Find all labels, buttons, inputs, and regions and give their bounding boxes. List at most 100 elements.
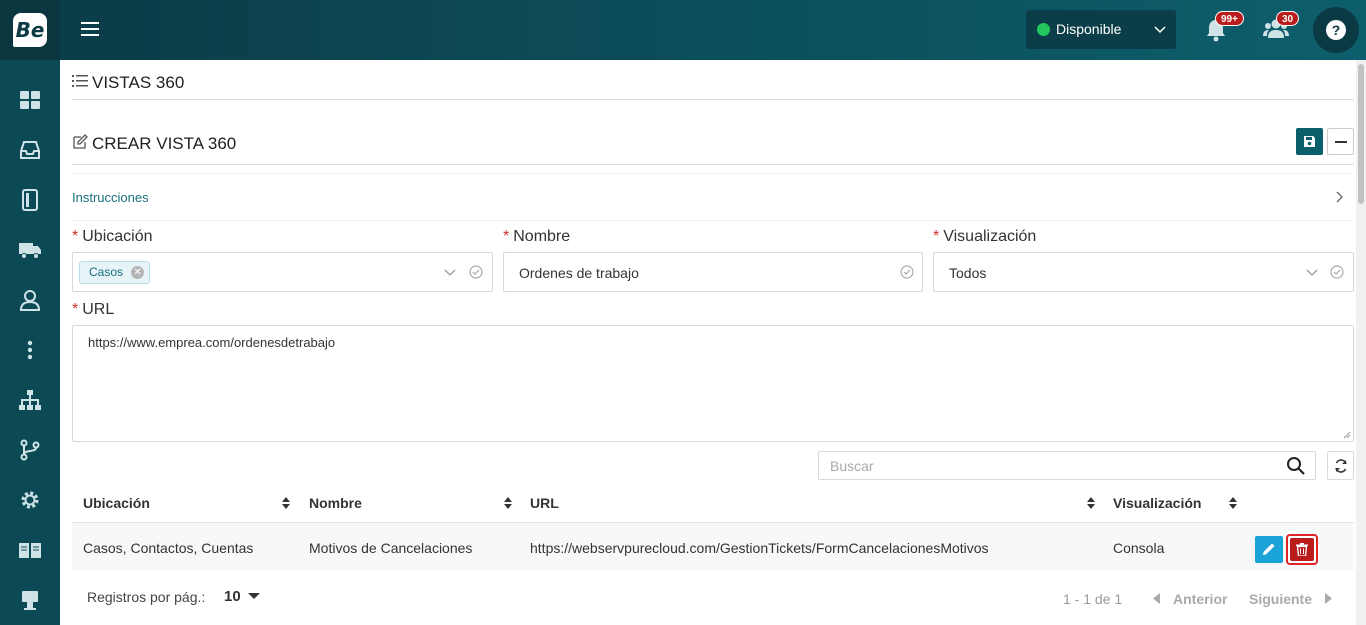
url-label-text: URL <box>82 301 115 318</box>
visualizacion-value: Todos <box>949 265 987 281</box>
hamburger-icon <box>81 22 99 36</box>
minus-icon <box>1335 141 1347 143</box>
truck-icon[interactable] <box>18 238 42 262</box>
check-circle-icon <box>1330 265 1344 279</box>
status-dot <box>1037 23 1050 36</box>
more-vertical-icon[interactable] <box>18 338 42 362</box>
required-mark: * <box>72 228 79 245</box>
chevron-down-icon[interactable] <box>444 266 456 278</box>
remove-tag-icon[interactable]: ✕ <box>131 266 145 279</box>
top-bar: Be Disponible 99+ 30 ? <box>0 0 1366 60</box>
help-button[interactable]: ? <box>1313 7 1359 53</box>
sort-icon[interactable] <box>1086 496 1096 510</box>
cell-ubicacion: Casos, Contactos, Cuentas <box>83 540 254 556</box>
ubicacion-select[interactable]: Casos ✕ <box>72 252 493 292</box>
divider <box>72 99 1354 100</box>
cell-nombre: Motivos de Cancelaciones <box>309 540 473 556</box>
hamburger-menu-button[interactable] <box>60 0 120 60</box>
sidebar <box>0 60 60 625</box>
nombre-value: Ordenes de trabajo <box>519 265 639 281</box>
caret-down-icon[interactable] <box>248 592 260 600</box>
delete-button-fill <box>1290 538 1314 561</box>
tag-label: Casos <box>89 265 124 279</box>
search-placeholder: Buscar <box>830 458 874 474</box>
refresh-button[interactable] <box>1327 451 1354 480</box>
check-circle-icon <box>469 265 483 279</box>
resize-handle-icon[interactable] <box>1343 431 1351 439</box>
previous-page-button[interactable]: Anterior <box>1173 591 1227 607</box>
vistas-table: Ubicación Nombre URL Visualización Casos… <box>72 484 1354 624</box>
next-page-button[interactable]: Siguiente <box>1249 591 1312 607</box>
scrollbar-thumb[interactable] <box>1358 64 1364 204</box>
column-header-ubicacion[interactable]: Ubicación <box>83 495 150 511</box>
instructions-toggle[interactable]: Instrucciones <box>72 190 149 205</box>
column-header-url[interactable]: URL <box>530 495 559 511</box>
edit-square-icon <box>73 134 88 149</box>
caret-left-icon[interactable] <box>1153 593 1160 604</box>
visualizacion-label: * Visualización <box>933 228 1036 246</box>
required-mark: * <box>503 228 510 245</box>
column-header-nombre[interactable]: Nombre <box>309 495 362 511</box>
branch-icon[interactable] <box>18 438 42 462</box>
divider <box>72 173 1354 174</box>
collapse-button[interactable] <box>1327 128 1354 155</box>
nombre-label-text: Nombre <box>513 228 571 245</box>
chevron-right-icon[interactable] <box>1335 191 1343 203</box>
availability-status-dropdown[interactable]: Disponible <box>1026 10 1176 49</box>
user-icon[interactable] <box>18 288 42 312</box>
save-button[interactable] <box>1296 128 1323 155</box>
url-label: * URL <box>72 301 114 319</box>
inbox-icon[interactable] <box>18 138 42 162</box>
help-icon: ? <box>1326 20 1346 40</box>
book-open-icon[interactable] <box>18 538 42 562</box>
sort-icon[interactable] <box>503 496 513 510</box>
per-page-select[interactable]: 10 <box>224 588 241 605</box>
table-row[interactable]: Casos, Contactos, Cuentas Motivos de Can… <box>72 523 1354 571</box>
dashboard-icon[interactable] <box>18 88 42 112</box>
users-badge: 30 <box>1276 11 1300 26</box>
url-textarea[interactable]: https://www.emprea.com/ordenesdetrabajo <box>72 325 1354 442</box>
required-mark: * <box>72 301 79 318</box>
gear-icon[interactable] <box>18 488 42 512</box>
kiosk-icon[interactable] <box>18 588 42 612</box>
list-icon <box>72 75 88 87</box>
page-info: 1 - 1 de 1 <box>1063 591 1123 607</box>
chevron-down-icon <box>1154 26 1166 34</box>
chevron-down-icon[interactable] <box>1306 266 1318 278</box>
ubicacion-label: * Ubicación <box>72 228 153 246</box>
sort-icon[interactable] <box>281 496 291 510</box>
page-scrollbar[interactable] <box>1356 60 1366 625</box>
form-title: CREAR VISTA 360 <box>92 134 237 153</box>
status-label: Disponible <box>1056 21 1122 37</box>
divider <box>72 220 1354 221</box>
save-icon <box>1304 136 1315 147</box>
column-header-visualizacion[interactable]: Visualización <box>1113 495 1201 511</box>
sort-icon[interactable] <box>1228 496 1238 510</box>
refresh-icon <box>1335 459 1347 473</box>
brand-logo[interactable]: Be <box>13 13 47 47</box>
section-title: VISTAS 360 <box>92 73 185 92</box>
notifications-badge: 99+ <box>1215 11 1244 26</box>
logo-area: Be <box>0 0 60 60</box>
table-footer: Registros por pág.: 10 1 - 1 de 1 Anteri… <box>72 571 1354 624</box>
divider <box>72 164 1354 165</box>
nombre-label: * Nombre <box>503 228 570 246</box>
contacts-book-icon[interactable] <box>18 188 42 212</box>
ubicacion-label-text: Ubicación <box>82 228 153 245</box>
edit-button[interactable] <box>1255 536 1283 563</box>
url-value: https://www.emprea.com/ordenesdetrabajo <box>88 335 336 350</box>
delete-button[interactable] <box>1286 534 1318 565</box>
search-input[interactable]: Buscar <box>818 451 1316 480</box>
cell-url: https://webservpurecloud.com/GestionTick… <box>530 540 989 556</box>
visualizacion-label-text: Visualización <box>943 228 1037 245</box>
pencil-icon <box>1263 543 1275 555</box>
visualizacion-select[interactable]: Todos <box>933 252 1354 292</box>
search-icon[interactable] <box>1286 456 1306 476</box>
selected-tag: Casos ✕ <box>79 261 151 284</box>
sitemap-icon[interactable] <box>18 388 42 412</box>
trash-icon <box>1296 543 1308 556</box>
caret-right-icon[interactable] <box>1325 593 1332 604</box>
check-circle-icon <box>900 265 914 279</box>
cell-visualizacion: Consola <box>1113 540 1165 556</box>
nombre-input[interactable]: Ordenes de trabajo <box>503 252 923 292</box>
